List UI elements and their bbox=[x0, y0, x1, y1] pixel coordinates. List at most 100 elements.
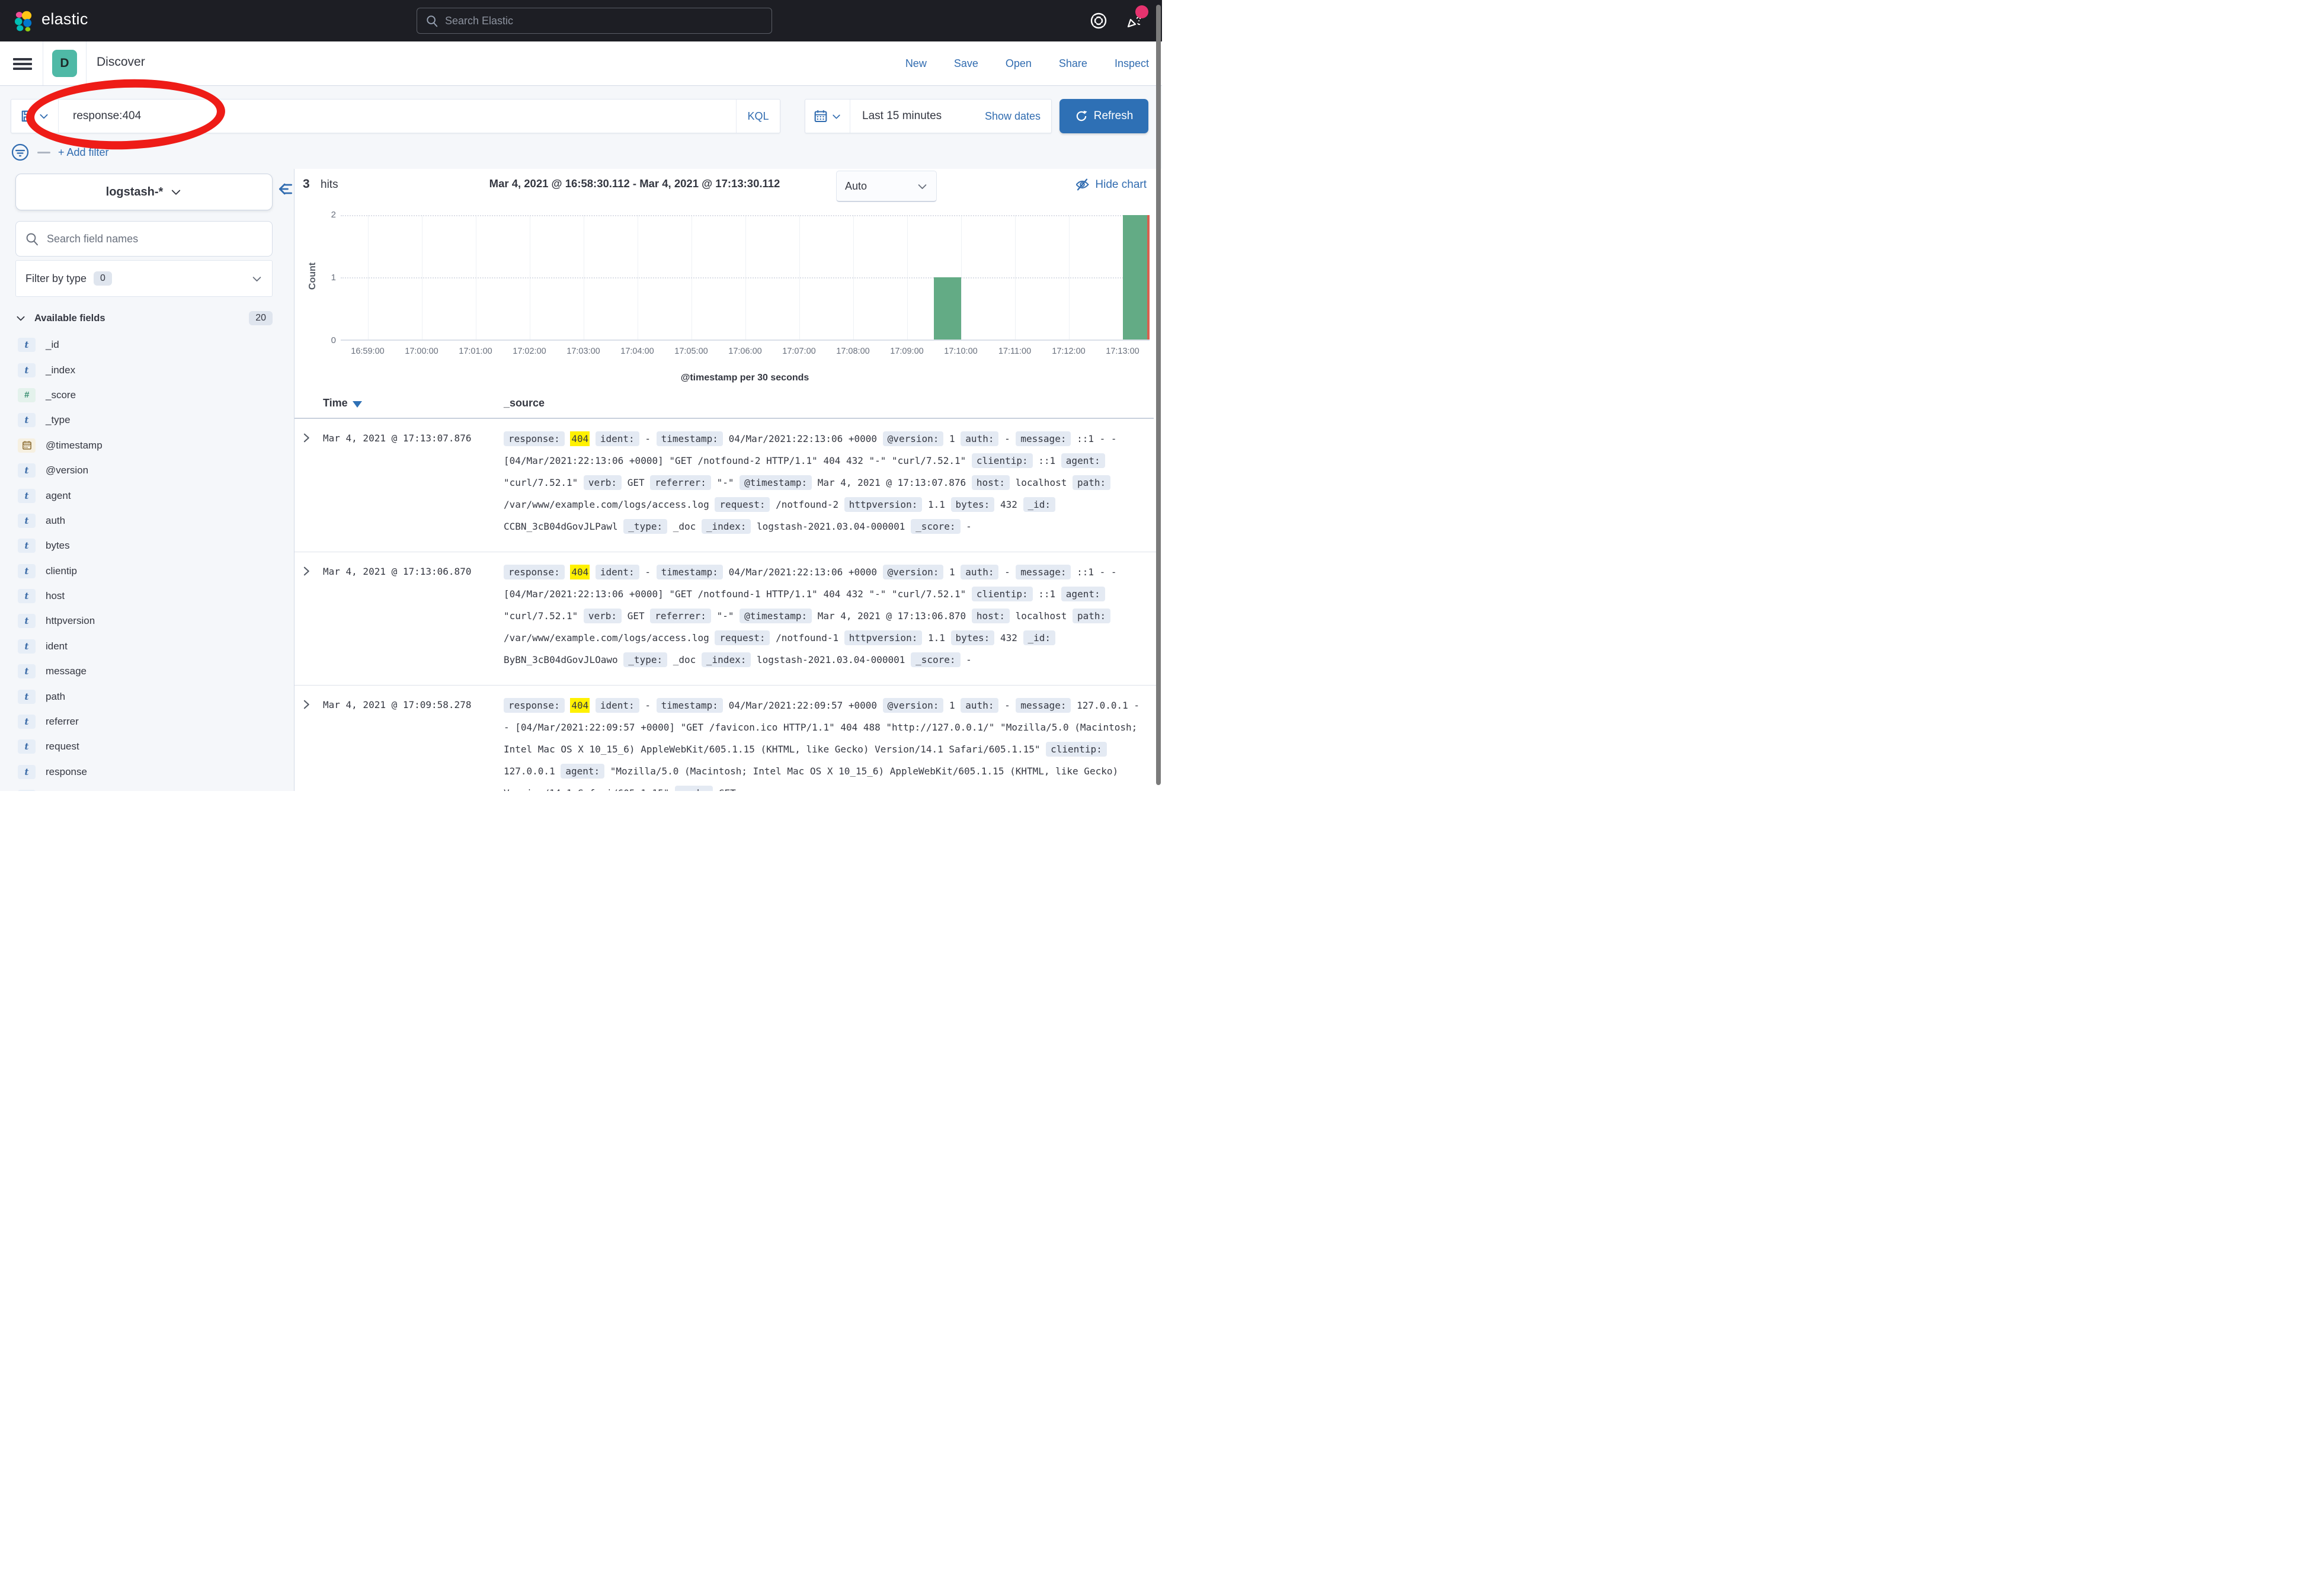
discover-main: 3 hits Mar 4, 2021 @ 16:58:30.112 - Mar … bbox=[294, 169, 1162, 791]
available-fields-label: Available fields bbox=[34, 313, 105, 324]
field-item-referrer[interactable]: treferrer bbox=[18, 709, 279, 734]
hits-label: hits bbox=[321, 178, 338, 191]
field-name: _index bbox=[46, 364, 75, 376]
field-item-ident[interactable]: tident bbox=[18, 634, 279, 659]
string-field-icon: t bbox=[18, 664, 36, 678]
chevron-down-icon bbox=[39, 111, 49, 121]
field-badge: ident: bbox=[596, 565, 639, 579]
show-dates-button[interactable]: Show dates bbox=[985, 100, 1051, 133]
top-nav-menu: New Save Open Share Inspect bbox=[905, 41, 1149, 85]
field-value: 04/Mar/2021:22:13:06 +0000 bbox=[729, 566, 877, 578]
nav-link-inspect[interactable]: Inspect bbox=[1115, 57, 1149, 70]
field-item-message[interactable]: tmessage bbox=[18, 659, 279, 684]
field-value: - bbox=[966, 654, 972, 665]
field-item-_type[interactable]: t_type bbox=[18, 408, 279, 433]
histogram-bar-17:13:00[interactable] bbox=[1123, 215, 1150, 340]
field-badge: @version: bbox=[883, 431, 944, 446]
interval-select[interactable]: Auto bbox=[836, 171, 937, 202]
table-header: Time _source bbox=[294, 397, 1157, 418]
x-tick-label: 17:07:00 bbox=[782, 347, 815, 356]
y-tick-label: 1 bbox=[315, 273, 336, 283]
discover-app-badge[interactable]: D bbox=[52, 50, 77, 77]
time-column-header[interactable]: Time bbox=[323, 397, 362, 409]
field-badge: _id: bbox=[1023, 630, 1056, 645]
field-item-response[interactable]: tresponse bbox=[18, 760, 279, 784]
field-item-_score[interactable]: #_score bbox=[18, 383, 279, 408]
add-filter-button[interactable]: + Add filter bbox=[58, 146, 109, 159]
chart-plot-area[interactable] bbox=[341, 215, 1150, 341]
field-item-httpversion[interactable]: thttpversion bbox=[18, 609, 279, 633]
chevron-down-icon bbox=[251, 273, 263, 284]
field-badge: ident: bbox=[596, 431, 639, 446]
field-value: 1 bbox=[949, 566, 955, 578]
string-field-icon: t bbox=[18, 363, 36, 377]
field-value: "-" bbox=[717, 477, 734, 488]
documents-table: Time _source Mar 4, 2021 @ 17:13:07.876r… bbox=[294, 397, 1157, 791]
field-badge: request: bbox=[715, 497, 770, 512]
global-search-input[interactable]: Search Elastic bbox=[417, 8, 772, 34]
available-fields-header[interactable]: Available fields 20 bbox=[15, 311, 273, 325]
collapse-sidebar-icon[interactable] bbox=[277, 181, 294, 197]
x-tick-label: 17:09:00 bbox=[890, 347, 923, 356]
string-field-icon: t bbox=[18, 765, 36, 779]
newsfeed-icon[interactable] bbox=[1125, 11, 1144, 30]
field-item-bytes[interactable]: tbytes bbox=[18, 533, 279, 558]
quick-select-menu-button[interactable] bbox=[805, 100, 850, 133]
nav-link-share[interactable]: Share bbox=[1059, 57, 1087, 70]
expand-row-icon[interactable] bbox=[300, 432, 313, 445]
field-value: logstash-2021.03.04-000001 bbox=[757, 654, 905, 665]
query-language-button[interactable]: KQL bbox=[736, 100, 780, 133]
grid-line bbox=[341, 277, 1150, 278]
field-badge: @version: bbox=[883, 698, 944, 713]
index-pattern-select[interactable]: logstash-* bbox=[15, 174, 273, 210]
expand-row-icon[interactable] bbox=[300, 565, 313, 578]
field-item-@timestamp[interactable]: @timestamp bbox=[18, 433, 279, 458]
help-icon[interactable] bbox=[1089, 11, 1108, 30]
nav-link-new[interactable]: New bbox=[905, 57, 927, 70]
field-badge: verb: bbox=[675, 786, 713, 791]
filter-by-type-label: Filter by type bbox=[25, 273, 87, 285]
field-item-agent[interactable]: tagent bbox=[18, 483, 279, 508]
field-item-host[interactable]: thost bbox=[18, 584, 279, 609]
field-item-request[interactable]: trequest bbox=[18, 734, 279, 759]
field-item-auth[interactable]: tauth bbox=[18, 508, 279, 533]
field-name: clientip bbox=[46, 565, 77, 577]
x-tick-label: 17:06:00 bbox=[728, 347, 761, 356]
filter-by-type-button[interactable]: Filter by type 0 bbox=[15, 260, 273, 297]
saved-query-menu-button[interactable] bbox=[11, 100, 59, 133]
refresh-button[interactable]: Refresh bbox=[1059, 99, 1148, 133]
field-name: host bbox=[46, 590, 65, 602]
chevron-down-icon bbox=[170, 186, 182, 198]
field-name: referrer bbox=[46, 716, 79, 728]
hide-chart-button[interactable]: Hide chart bbox=[1075, 177, 1147, 192]
expand-row-icon[interactable] bbox=[300, 699, 313, 712]
field-search-input[interactable]: Search field names bbox=[15, 221, 273, 257]
field-value: 432 bbox=[1000, 499, 1017, 510]
field-name: bytes bbox=[46, 540, 70, 552]
field-value: "curl/7.52.1" bbox=[504, 477, 578, 488]
field-item-clientip[interactable]: tclientip bbox=[18, 559, 279, 584]
field-badge: _type: bbox=[623, 652, 667, 667]
nav-link-open[interactable]: Open bbox=[1006, 57, 1032, 70]
field-badge: _id: bbox=[1023, 497, 1056, 512]
field-item-path[interactable]: tpath bbox=[18, 684, 279, 709]
vertical-scrollbar[interactable] bbox=[1156, 5, 1161, 785]
nav-link-save[interactable]: Save bbox=[954, 57, 978, 70]
field-badge: agent: bbox=[1061, 587, 1105, 601]
field-badge: _score: bbox=[911, 519, 960, 534]
query-input[interactable]: response:404 bbox=[59, 100, 736, 133]
elastic-logo-icon[interactable] bbox=[12, 9, 36, 33]
field-item-_id[interactable]: t_id bbox=[18, 332, 279, 357]
field-value: /notfound-1 bbox=[776, 632, 838, 643]
field-badge: _type: bbox=[623, 519, 667, 534]
field-item-timestamp[interactable]: ttimestamp bbox=[18, 784, 279, 791]
field-item-@version[interactable]: t@version bbox=[18, 458, 279, 483]
fields-sidebar: logstash-* Search field names Filter by … bbox=[0, 169, 294, 791]
sort-desc-icon bbox=[353, 401, 362, 408]
field-item-_index[interactable]: t _index bbox=[18, 357, 279, 382]
time-range-display[interactable]: Last 15 minutes bbox=[850, 100, 985, 133]
field-value: _doc bbox=[673, 654, 696, 665]
field-badge: message: bbox=[1016, 431, 1071, 446]
menu-icon[interactable] bbox=[12, 55, 34, 72]
histogram-bar-17:09:30[interactable] bbox=[934, 277, 961, 340]
